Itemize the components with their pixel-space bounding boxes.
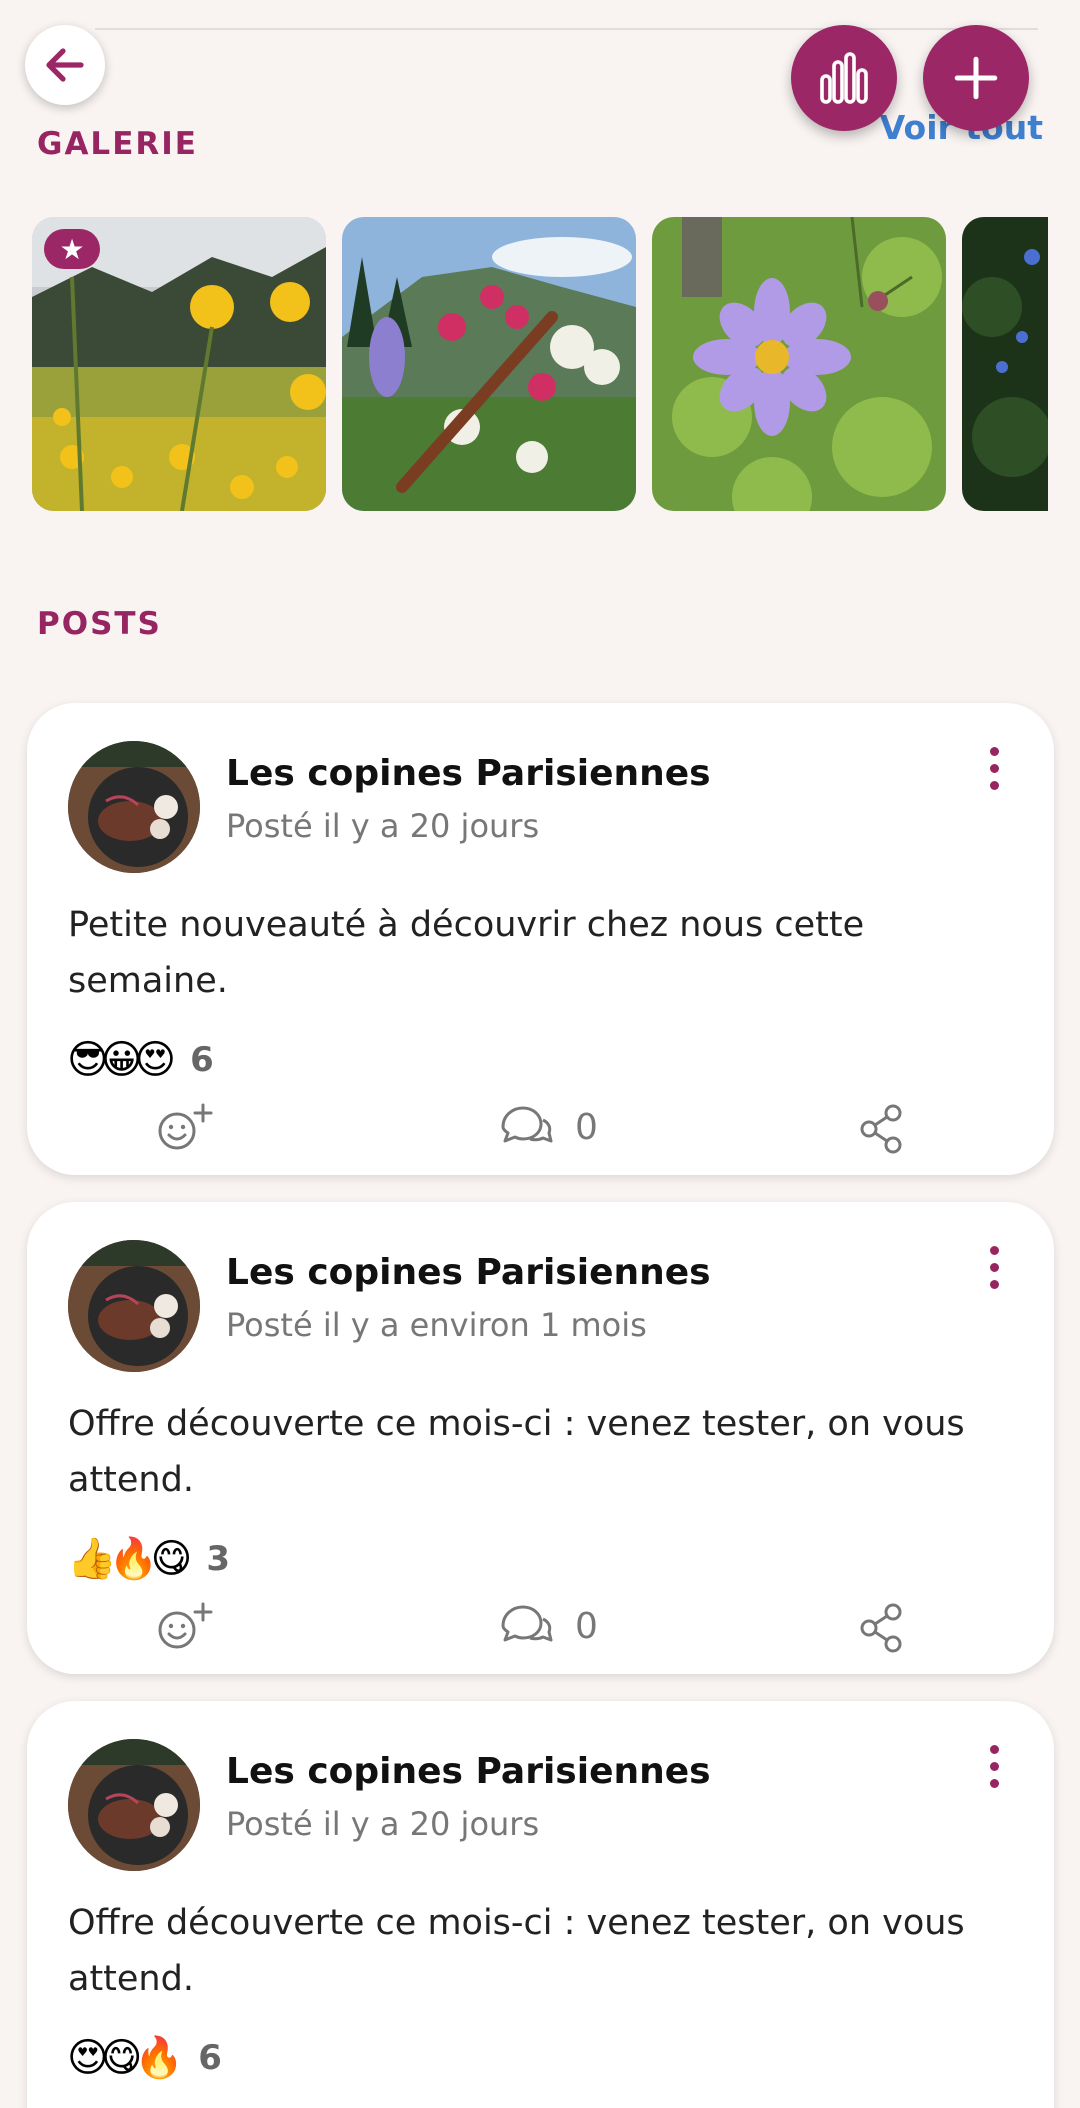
back-button[interactable]: [25, 25, 105, 105]
posts-title: POSTS: [37, 606, 162, 642]
reaction-count: 6: [198, 2038, 222, 2078]
comment-button[interactable]: 0: [497, 1103, 598, 1151]
comment-button[interactable]: 0: [497, 1602, 598, 1650]
reaction-count: 3: [206, 1539, 230, 1579]
reactions-summary[interactable]: 😍 😋 🔥 6: [67, 2035, 222, 2081]
plus-icon: [954, 56, 998, 100]
gallery-title: GALERIE: [37, 126, 198, 162]
share-button[interactable]: [857, 1602, 905, 1654]
reaction-emoji: 😋: [150, 1536, 193, 1582]
add-reaction-button[interactable]: [155, 1602, 217, 1652]
more-options-icon[interactable]: [984, 1246, 1004, 1296]
add-emoji-icon: [158, 1103, 213, 1150]
arrow-left-icon: [46, 48, 84, 82]
post-actions: 0: [27, 1602, 1054, 1662]
more-options-icon[interactable]: [984, 1745, 1004, 1795]
share-icon: [860, 1603, 902, 1653]
gallery-strip[interactable]: ★: [32, 217, 1048, 511]
post-actions: 0: [27, 1103, 1054, 1163]
post-text: Offre découverte ce mois-ci : venez test…: [68, 1903, 965, 1999]
post-time: Posté il y a 20 jours: [226, 807, 540, 845]
reactions-summary[interactable]: 😎 😀 😍 6: [67, 1037, 214, 1083]
comment-count: 0: [575, 1106, 598, 1148]
stats-button[interactable]: [791, 25, 897, 131]
featured-badge: ★: [44, 229, 100, 269]
post-text: Offre découverte ce mois-ci : venez test…: [68, 1404, 965, 1500]
add-reaction-button[interactable]: [155, 1103, 217, 1153]
post-author[interactable]: Les copines Parisiennes: [226, 1751, 711, 1792]
gallery-photo[interactable]: ★: [32, 217, 326, 511]
gallery-photo[interactable]: [962, 217, 1048, 511]
post-card: Les copines Parisiennes Posté il y a 20 …: [27, 703, 1054, 1175]
reaction-count: 6: [190, 1040, 214, 1080]
post-text: Petite nouveauté à découvrir chez nous c…: [68, 905, 865, 1001]
comment-icon: [501, 1106, 553, 1143]
share-button[interactable]: [857, 1103, 905, 1155]
post-time: Posté il y a 20 jours: [226, 1805, 540, 1843]
comment-count: 0: [575, 1605, 598, 1647]
share-icon: [860, 1104, 902, 1154]
reactions-summary[interactable]: 👍 🔥 😋 3: [67, 1536, 230, 1582]
divider: [95, 28, 1038, 30]
post-time: Posté il y a environ 1 mois: [226, 1306, 647, 1344]
bar-chart-icon: [820, 52, 868, 104]
reaction-emoji: 😍: [134, 1037, 177, 1083]
gallery-photo[interactable]: [652, 217, 946, 511]
post-author[interactable]: Les copines Parisiennes: [226, 753, 711, 794]
comment-icon: [501, 1605, 553, 1642]
post-card: Les copines Parisiennes Posté il y a env…: [27, 1202, 1054, 1674]
avatar[interactable]: [68, 1739, 200, 1871]
add-button[interactable]: [923, 25, 1029, 131]
add-emoji-icon: [158, 1602, 213, 1649]
gallery-photo[interactable]: [342, 217, 636, 511]
avatar[interactable]: [68, 741, 200, 873]
page: GALERIE Voir tout ★ POSTS Les copines Pa…: [0, 0, 1080, 2108]
post-author[interactable]: Les copines Parisiennes: [226, 1252, 711, 1293]
reaction-emoji: 🔥: [134, 2035, 185, 2081]
avatar[interactable]: [68, 1240, 200, 1372]
more-options-icon[interactable]: [984, 747, 1004, 797]
post-card: Les copines Parisiennes Posté il y a 20 …: [27, 1701, 1054, 2108]
